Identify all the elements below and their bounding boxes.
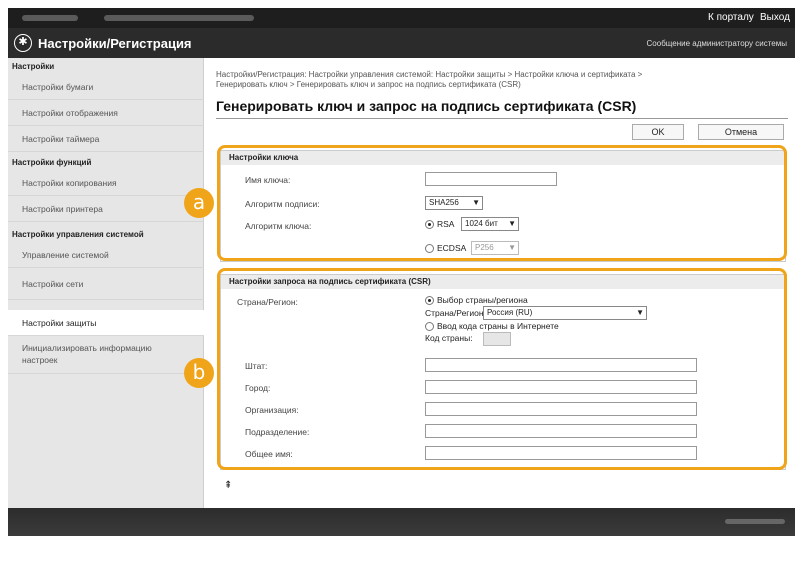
callout-box-a [217,145,787,261]
breadcrumb-line1: Настройки/Регистрация: Настройки управле… [216,70,643,79]
portal-link[interactable]: К порталу [708,12,754,23]
blurred-text [104,15,254,21]
callout-badge-b: b [184,358,214,388]
sidebar-item-security[interactable]: Настройки защиты [8,310,204,336]
blurred-text [22,15,78,21]
sidebar-group-system: Настройки управления системой [12,230,144,239]
cancel-button[interactable]: Отмена [698,124,784,140]
sidebar-item-system[interactable]: Управление системой [8,242,204,268]
footer-bar [8,508,795,536]
ok-button[interactable]: OK [632,124,684,140]
top-bar: К порталу Выход [8,8,795,28]
sidebar-item-initialize[interactable]: Инициализировать информацию настроек [8,336,204,374]
sidebar-item-timer[interactable]: Настройки таймера [8,126,204,152]
page-title: Генерировать ключ и запрос на подпись се… [216,98,637,114]
callout-box-b [217,268,787,470]
sidebar-item-network[interactable]: Настройки сети [8,268,204,300]
title-bar: ✱ Настройки/Регистрация Сообщение админи… [8,28,795,58]
init-label-line2: настроек [22,355,58,365]
settings-logo-icon: ✱ [14,34,32,52]
scroll-top-icon[interactable]: ⇞ [224,480,232,491]
sidebar-item-paper[interactable]: Настройки бумаги [8,74,204,100]
init-label-line1: Инициализировать информацию [22,343,152,353]
title-divider [216,118,788,119]
sidebar-group-functions: Настройки функций [12,158,92,167]
breadcrumb: Настройки/Регистрация: Настройки управле… [216,70,786,90]
admin-message-link[interactable]: Сообщение администратору системы [647,39,787,48]
sidebar-item-printer[interactable]: Настройки принтера [8,196,204,222]
app-title: Настройки/Регистрация [38,36,192,51]
logout-link[interactable]: Выход [760,12,790,23]
callout-badge-a: a [184,188,214,218]
breadcrumb-line2: Генерировать ключ > Генерировать ключ и … [216,80,521,89]
sidebar-item-copy[interactable]: Настройки копирования [8,170,204,196]
sidebar-group-settings: Настройки [12,62,55,71]
blurred-copyright [725,519,785,524]
sidebar-item-display[interactable]: Настройки отображения [8,100,204,126]
sidebar: Настройки Настройки бумаги Настройки ото… [8,58,204,508]
